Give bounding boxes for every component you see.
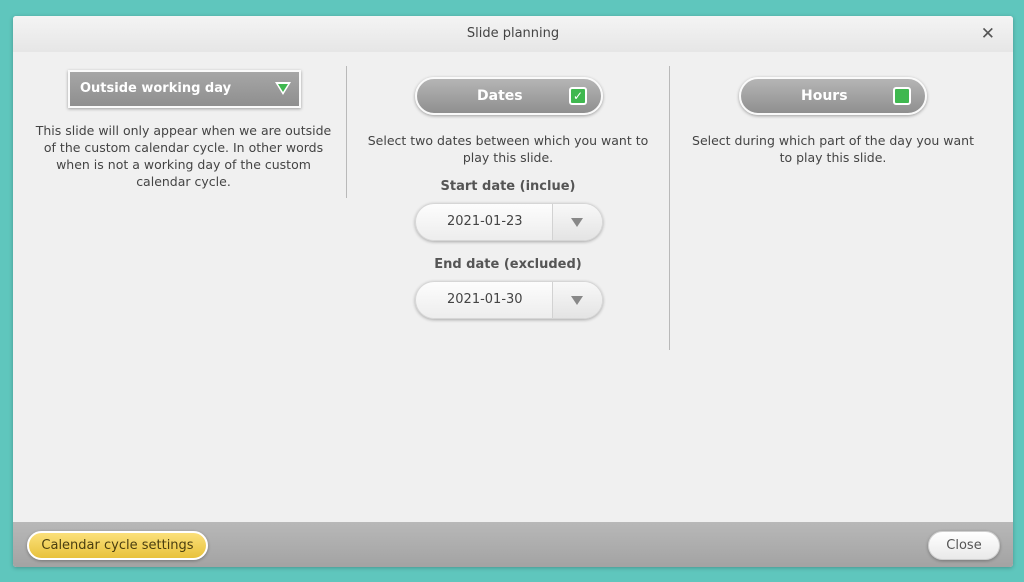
- hours-toggle-label: Hours: [801, 88, 848, 104]
- end-date-value: 2021-01-30: [447, 292, 523, 307]
- hours-checkbox-icon[interactable]: [893, 87, 911, 105]
- hours-toggle-button[interactable]: Hours: [739, 77, 927, 115]
- dialog-title: Slide planning: [466, 26, 560, 41]
- dialog-footer: Calendar cycle settings Close: [13, 522, 1013, 567]
- chevron-down-icon[interactable]: [552, 282, 602, 318]
- dates-checkbox-checked-icon[interactable]: ✓: [569, 87, 587, 105]
- end-date-label: End date (excluded): [434, 257, 582, 272]
- slide-planning-dialog: Slide planning ✕ Outside working day Thi…: [13, 16, 1013, 567]
- end-date-select[interactable]: 2021-01-30: [415, 281, 603, 319]
- dates-toggle-label: Dates: [477, 88, 523, 104]
- chevron-down-icon[interactable]: [552, 204, 602, 240]
- divider-right: [669, 66, 670, 350]
- planning-mode-dropdown[interactable]: Outside working day: [68, 70, 301, 108]
- mode-description: This slide will only appear when we are …: [35, 123, 332, 189]
- hours-description: Select during which part of the day you …: [692, 133, 974, 165]
- triangle-down-icon: [275, 82, 291, 95]
- dates-toggle-button[interactable]: Dates ✓: [415, 77, 603, 115]
- close-icon[interactable]: ✕: [981, 16, 995, 52]
- planning-mode-label: Outside working day: [80, 81, 232, 96]
- dialog-titlebar: Slide planning ✕: [13, 16, 1013, 52]
- start-date-select[interactable]: 2021-01-23: [415, 203, 603, 241]
- dates-description: Select two dates between which you want …: [367, 133, 649, 165]
- start-date-value: 2021-01-23: [447, 214, 523, 229]
- dialog-content: Outside working day This slide will only…: [13, 52, 1013, 522]
- start-date-label: Start date (inclue): [440, 179, 576, 194]
- divider-left: [346, 66, 347, 198]
- close-button[interactable]: Close: [928, 531, 1000, 560]
- calendar-cycle-settings-button[interactable]: Calendar cycle settings: [27, 531, 208, 560]
